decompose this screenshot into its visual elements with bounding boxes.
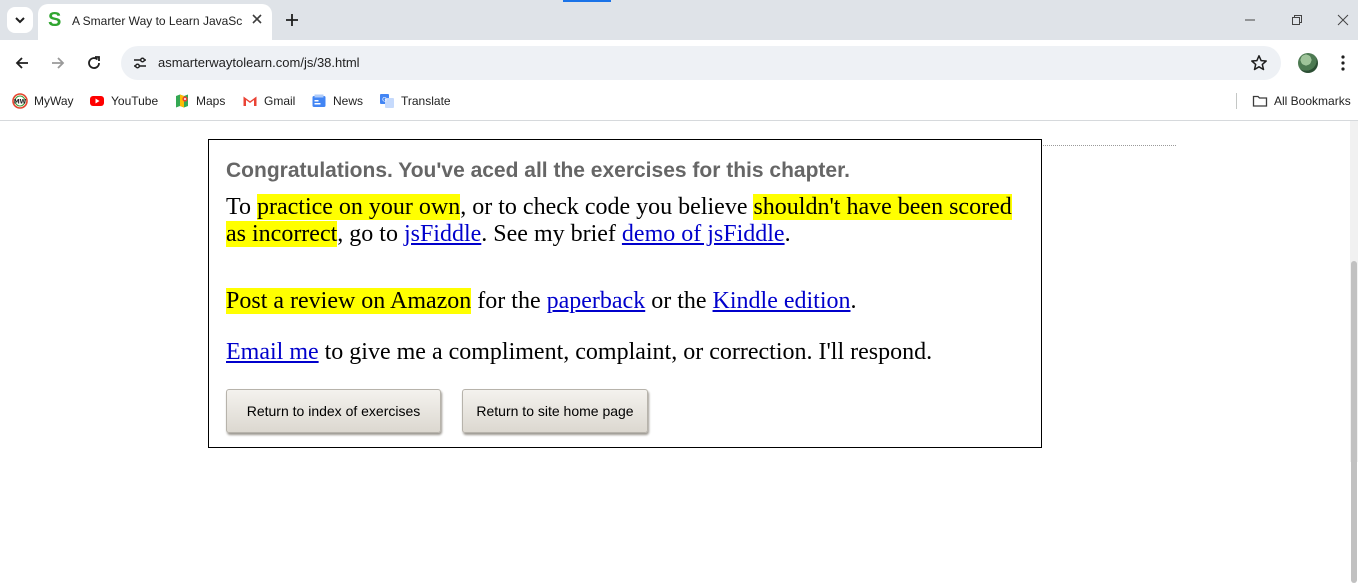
folder-icon — [1252, 95, 1268, 107]
forward-button[interactable] — [46, 51, 70, 75]
browser-menu-button[interactable] — [1336, 53, 1350, 73]
active-tab[interactable]: S A Smarter Way to Learn JavaScript — [38, 4, 272, 40]
vertical-scrollbar[interactable] — [1350, 121, 1358, 583]
myway-icon: MW — [12, 93, 28, 109]
close-window-button[interactable] — [1330, 8, 1356, 32]
bookmark-translate[interactable]: G Translate — [379, 91, 451, 111]
gmail-icon — [243, 96, 257, 106]
translate-icon: G — [380, 94, 394, 108]
bookmark-label: Gmail — [264, 94, 296, 108]
text: , or to check code you believe — [460, 194, 754, 220]
site-favicon-icon: S — [48, 9, 62, 31]
bookmark-label: Maps — [196, 94, 226, 108]
minimize-icon — [1245, 19, 1255, 21]
restore-icon — [1292, 15, 1302, 25]
arrow-right-icon — [52, 57, 65, 69]
text: or the — [645, 288, 713, 314]
scrollbar-thumb[interactable] — [1351, 261, 1357, 583]
bookmark-label: Translate — [401, 94, 451, 108]
bookmarks-separator — [1236, 93, 1237, 109]
text: . See my brief — [481, 221, 622, 247]
kindle-edition-link[interactable]: Kindle edition — [713, 288, 851, 314]
bookmark-maps[interactable]: Maps — [174, 91, 225, 111]
practice-paragraph: To practice on your own, or to check cod… — [226, 194, 1026, 248]
bookmarks-bar: MW MyWay YouTube Maps Gmail News G Trans… — [0, 86, 1358, 116]
return-to-home-button[interactable]: Return to site home page — [462, 389, 648, 433]
more-vertical-icon — [1341, 55, 1345, 71]
profile-avatar[interactable] — [1298, 53, 1318, 73]
tab-strip: S A Smarter Way to Learn JavaScript — [0, 0, 1358, 40]
tab-close-button[interactable] — [248, 10, 266, 28]
return-to-index-button[interactable]: Return to index of exercises — [226, 389, 441, 433]
reload-icon — [88, 56, 100, 69]
chevron-down-icon — [15, 17, 25, 24]
text: to give me a compliment, complaint, or c… — [318, 339, 933, 365]
plus-icon — [286, 14, 298, 26]
bookmark-news[interactable]: News — [311, 91, 363, 111]
maps-icon — [176, 94, 188, 108]
tune-icon — [134, 57, 146, 69]
exercise-complete-panel: Congratulations. You've aced all the exe… — [208, 139, 1042, 448]
tab-search-button[interactable] — [7, 7, 33, 33]
all-bookmarks-label: All Bookmarks — [1274, 94, 1351, 108]
tab-strip-accent — [563, 0, 611, 2]
tab-title: A Smarter Way to Learn JavaScript — [72, 14, 242, 28]
star-icon — [1251, 55, 1267, 71]
bookmark-label: News — [333, 94, 364, 108]
email-me-link[interactable]: Email me — [226, 339, 319, 365]
paperback-link[interactable]: paperback — [547, 288, 646, 314]
bookmark-label: MyWay — [34, 94, 74, 108]
close-icon — [1337, 14, 1349, 26]
browser-toolbar: asmarterwaytolearn.com/js/38.html — [0, 40, 1358, 86]
arrow-left-icon — [15, 57, 28, 69]
youtube-icon — [90, 96, 104, 106]
jsfiddle-link[interactable]: jsFiddle — [404, 221, 481, 247]
all-bookmarks-button[interactable]: All Bookmarks — [1252, 91, 1351, 111]
bookmark-myway[interactable]: MW MyWay — [12, 91, 74, 111]
text: . — [850, 288, 857, 314]
svg-text:MW: MW — [14, 99, 27, 106]
bookmark-gmail[interactable]: Gmail — [242, 91, 295, 111]
text: . — [784, 221, 791, 247]
text: for the — [471, 288, 547, 314]
jsfiddle-demo-link[interactable]: demo of jsFiddle — [622, 221, 785, 247]
text: , go to — [337, 221, 404, 247]
congratulations-heading: Congratulations. You've aced all the exe… — [226, 159, 850, 182]
site-info-button[interactable] — [131, 54, 149, 72]
highlighted-text: Post a review on Amazon — [226, 288, 472, 314]
restore-button[interactable] — [1284, 8, 1310, 32]
minimize-button[interactable] — [1237, 8, 1263, 32]
close-icon — [252, 14, 262, 24]
review-paragraph: Post a review on Amazon for the paperbac… — [226, 288, 1026, 315]
address-bar[interactable]: asmarterwaytolearn.com/js/38.html — [121, 46, 1281, 80]
text: To — [226, 194, 257, 220]
bookmark-star-button[interactable] — [1249, 53, 1269, 73]
highlighted-text: practice on your own — [256, 194, 461, 220]
new-tab-button[interactable] — [280, 8, 304, 32]
news-icon — [312, 94, 326, 107]
email-paragraph: Email me to give me a compliment, compla… — [226, 339, 1026, 366]
back-button[interactable] — [10, 51, 34, 75]
bookmark-youtube[interactable]: YouTube — [89, 91, 158, 111]
bookmark-label: YouTube — [111, 94, 159, 108]
svg-text:G: G — [382, 97, 387, 104]
reload-button[interactable] — [82, 51, 106, 75]
url-text[interactable]: asmarterwaytolearn.com/js/38.html — [158, 55, 360, 70]
